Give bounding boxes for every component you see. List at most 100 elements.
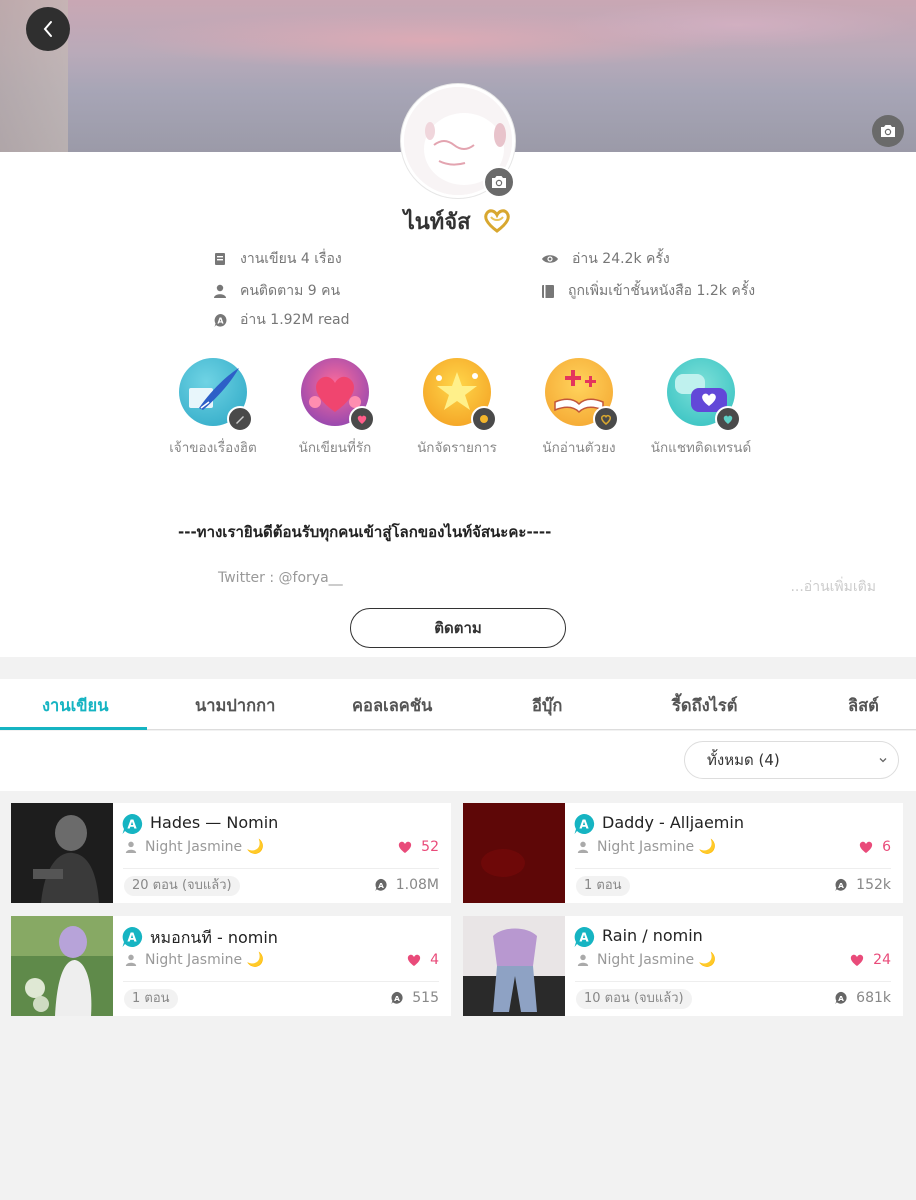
svg-text:A: A [378,881,384,890]
story-likes: 52 [397,839,439,855]
svg-text:A: A [838,881,844,890]
camera-icon [492,176,506,188]
story-title: Hades — Nomin [150,813,279,832]
pen-mini-icon [227,406,253,432]
eye-icon [540,251,560,267]
svg-text:A: A [127,818,137,832]
badge-hit-owner[interactable]: เจ้าของเรื่องฮิต [158,358,268,458]
svg-text:A: A [579,818,589,832]
story-card[interactable]: A หมอกนที - nomin Night Jasmine 🌙 4 1 ตอ… [11,916,451,1016]
book-icon [545,358,619,432]
story-reads: A 152k [834,877,891,893]
stat-views: อ่าน 24.2k ครั้ง [540,248,670,270]
readawrite-icon: A [835,878,847,892]
stat-works: งานเขียน 4 เรื่อง [212,248,342,270]
story-title: หมอกนที - nomin [150,928,278,947]
chat-icon [667,358,741,432]
heart-icon [301,358,375,432]
story-cover-image [463,916,565,1016]
readawrite-icon: A [391,991,403,1005]
tab-pen-names[interactable]: นามปากกา [195,693,275,719]
person-icon [125,954,137,966]
stat-reads-total: A อ่าน 1.92M read [212,309,350,331]
readawrite-badge-icon: A [122,813,143,834]
readawrite-icon: A [212,312,228,328]
story-card[interactable]: A Daddy - Alljaemin Night Jasmine 🌙 6 1 … [463,803,903,903]
change-avatar-button[interactable] [483,166,515,198]
story-reads: A 681k [834,990,891,1006]
story-reads: A 515 [390,990,439,1006]
gold-heart-mini-icon [593,406,619,432]
badge-beloved-writer[interactable]: นักเขียนที่รัก [280,358,390,458]
story-author[interactable]: Night Jasmine 🌙 [125,839,264,855]
profile-name: ไนท์จัส [0,204,916,239]
chevron-left-icon [43,21,52,37]
heart-icon [407,954,421,966]
svg-text:A: A [394,994,400,1003]
badge-list: เจ้าของเรื่องฮิต นักเขียนที่รัก นักจัดรา… [160,358,770,468]
badge-trending-chatter[interactable]: นักแชทติดเทรนด์ [646,358,756,458]
heart-mini-icon [715,406,741,432]
person-icon [212,283,228,299]
heart-icon [851,954,864,966]
story-likes: 24 [849,952,891,968]
story-card[interactable]: A Rain / nomin Night Jasmine 🌙 24 10 ตอน… [463,916,903,1016]
svg-text:A: A [127,931,137,945]
story-reads: A 1.08M [374,877,439,893]
bookshelf-icon [540,283,556,299]
sun-mini-icon [471,406,497,432]
readawrite-badge-icon: A [574,926,595,947]
story-cover-image [463,803,565,903]
category-filter-select[interactable]: ทั้งหมด (4) [684,741,899,779]
read-more-link[interactable]: ...อ่านเพิ่มเติม [790,576,876,598]
story-title: Daddy - Alljaemin [602,813,744,832]
readawrite-badge-icon: A [122,926,143,947]
readawrite-icon: A [835,991,847,1005]
profile-name-text: ไนท์จัส [403,210,471,235]
svg-text:A: A [579,931,589,945]
person-icon [125,841,137,853]
chapter-count: 10 ตอน (จบแล้ว) [576,989,692,1009]
person-icon [577,954,589,966]
chapter-count: 20 ตอน (จบแล้ว) [124,876,240,896]
svg-text:A: A [217,316,224,325]
heart-mini-icon [349,406,375,432]
badge-curator[interactable]: นักจัดรายการ [402,358,512,458]
story-likes: 6 [858,839,891,855]
cover-glow-right [560,0,916,50]
tab-lists[interactable]: ลิสต์ [848,693,879,719]
chapter-count: 1 ตอน [124,989,178,1009]
heart-icon [859,841,873,853]
story-cover-image [11,916,113,1016]
story-author[interactable]: Night Jasmine 🌙 [125,952,264,968]
back-button[interactable] [26,7,70,51]
quill-icon [179,358,253,432]
bio-text: ---ทางเรายินดีต้อนรับทุกคนเข้าสู่โลกของไ… [178,523,552,541]
book-icon [212,251,228,267]
story-author[interactable]: Night Jasmine 🌙 [577,952,716,968]
profile-section: ไนท์จัส งานเขียน 4 เรื่อง คนติดตาม 9 คน … [0,84,916,657]
card-divider [123,868,439,869]
card-divider [123,981,439,982]
story-author[interactable]: Night Jasmine 🌙 [577,839,716,855]
chapter-count: 1 ตอน [576,876,630,896]
active-tab-indicator [0,727,147,730]
tab-read-to-writer[interactable]: รี้ดถึงไรต์ [672,693,738,719]
stars-icon [423,358,497,432]
story-likes: 4 [406,952,439,968]
card-divider [575,868,891,869]
follow-button[interactable]: ติดตาม [350,608,566,648]
tab-ebooks[interactable]: อีบุ๊ก [532,693,562,719]
chevron-down-icon [879,758,887,763]
story-card[interactable]: A Hades — Nomin Night Jasmine 🌙 52 20 ตอ… [11,803,451,903]
profile-tabs: งานเขียน นามปากกา คอลเลคชัน อีบุ๊ก รี้ดถ… [0,679,916,730]
change-cover-button[interactable] [872,115,904,147]
tab-collections[interactable]: คอลเลคชัน [352,693,432,719]
tab-works[interactable]: งานเขียน [42,693,108,719]
stat-followers: คนติดตาม 9 คน [212,280,340,302]
person-icon [577,841,589,853]
badge-avid-reader[interactable]: นักอ่านตัวยง [524,358,634,458]
heart-icon [399,841,412,853]
readawrite-badge-icon: A [574,813,595,834]
story-cover-image [11,803,113,903]
